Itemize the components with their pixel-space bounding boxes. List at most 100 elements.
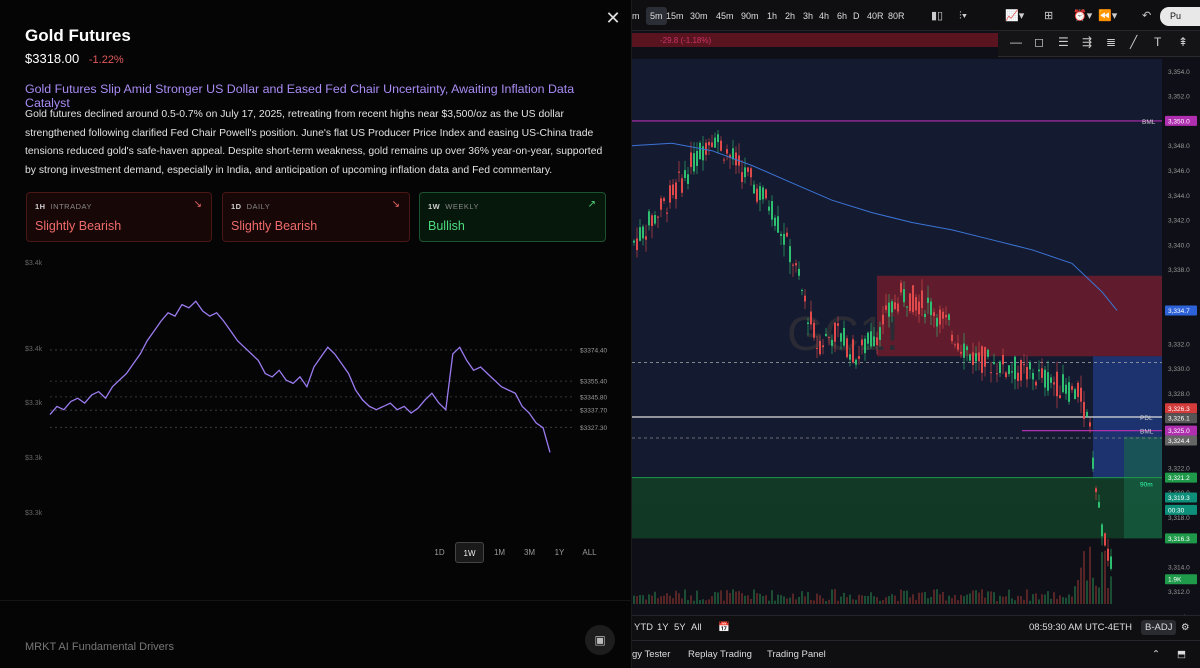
reference-label: $3345.80 bbox=[580, 394, 607, 401]
candle-body bbox=[924, 313, 926, 318]
price-label: 3,319.3 bbox=[1168, 495, 1190, 502]
badj-toggle[interactable]: B-ADJ bbox=[1141, 620, 1177, 635]
price-tick: 3,338.0 bbox=[1168, 267, 1190, 274]
candle-body bbox=[813, 322, 815, 338]
timeframe-1h[interactable]: 1h bbox=[767, 7, 777, 25]
volume-bar bbox=[804, 596, 806, 604]
replay-icon[interactable]: ⏪▾ bbox=[1098, 7, 1117, 25]
chat-icon[interactable]: ▣ bbox=[585, 625, 615, 655]
candlestick-chart[interactable]: -29.8 (-1.18%)GC1!BMLPDLBML90m3,354.03,3… bbox=[632, 31, 1200, 629]
sentiment-card-weekly[interactable]: 1W WEEKLY ↗ Bullish bbox=[419, 192, 606, 242]
fib-tool-icon[interactable]: ⇶ bbox=[1082, 35, 1092, 49]
timeframe-15m[interactable]: 15m bbox=[666, 7, 684, 25]
range-3m[interactable]: 3M bbox=[515, 542, 544, 563]
candle-body bbox=[651, 215, 653, 226]
volume-bar bbox=[687, 599, 689, 604]
maximize-icon[interactable]: ⬒ bbox=[1177, 649, 1186, 660]
candle-body bbox=[1035, 381, 1037, 386]
candle-body bbox=[939, 309, 941, 325]
trend-line-icon[interactable]: ╱ bbox=[1130, 35, 1137, 49]
candle-type-icon[interactable]: ▮▯ bbox=[931, 7, 943, 25]
timeframe-90m[interactable]: 90m bbox=[741, 7, 759, 25]
rectangle-tool-icon[interactable]: ◻ bbox=[1034, 35, 1044, 49]
sentiment-card-daily[interactable]: 1D DAILY ↘ Slightly Bearish bbox=[222, 192, 410, 242]
y-tick-label: $3.4k bbox=[25, 260, 43, 267]
price-tick: 3,332.0 bbox=[1168, 341, 1190, 348]
undo-icon[interactable]: ↶ bbox=[1142, 7, 1151, 25]
timeframe-6h[interactable]: 6h bbox=[837, 7, 847, 25]
indicators-icon[interactable]: 📈▾ bbox=[1005, 7, 1024, 25]
volume-bar bbox=[1089, 546, 1091, 604]
candle-body bbox=[777, 216, 779, 233]
timeframe-4h[interactable]: 4h bbox=[819, 7, 829, 25]
timeframe-5m[interactable]: 5m bbox=[646, 7, 667, 25]
tab-replay-trading[interactable]: Replay Trading bbox=[688, 649, 752, 660]
price-label: 3,326.1 bbox=[1168, 416, 1190, 423]
volume-bar bbox=[957, 600, 959, 604]
sentiment-card-intraday[interactable]: 1H INTRADAY ↘ Slightly Bearish bbox=[26, 192, 212, 242]
volume-bar bbox=[909, 597, 911, 604]
bml-tag-2: BML bbox=[1140, 429, 1154, 436]
candle-body bbox=[1029, 362, 1031, 370]
volume-bar bbox=[711, 596, 713, 604]
calendar-icon[interactable]: 📅 bbox=[718, 622, 730, 633]
range-ytd[interactable]: YTD bbox=[634, 622, 653, 633]
layout-icon[interactable]: ⊞ bbox=[1044, 7, 1053, 25]
candle-body bbox=[780, 234, 782, 236]
candle-body bbox=[726, 149, 728, 154]
timeframe-45m[interactable]: 45m bbox=[716, 7, 734, 25]
volume-bar bbox=[1056, 598, 1058, 604]
volume-bar bbox=[765, 595, 767, 604]
ruler-tool-icon[interactable]: ☰ bbox=[1058, 35, 1069, 49]
range-all[interactable]: All bbox=[691, 622, 702, 633]
candle-body bbox=[783, 233, 785, 245]
volume-bar bbox=[738, 591, 740, 604]
range-1y[interactable]: 1Y bbox=[657, 622, 669, 633]
indicator-settings-icon[interactable]: ⫶▾ bbox=[959, 7, 967, 25]
settings-icon[interactable]: ⚙ bbox=[1181, 622, 1190, 633]
volume-bar bbox=[900, 589, 902, 604]
volume-bar bbox=[696, 590, 698, 604]
volume-bar bbox=[876, 597, 878, 604]
range-1w[interactable]: 1W bbox=[455, 542, 484, 563]
candle-body bbox=[864, 338, 866, 354]
candle-body bbox=[1068, 382, 1070, 402]
timeframe-d[interactable]: D bbox=[853, 7, 860, 25]
channel-tool-icon[interactable]: ⇞ bbox=[1178, 35, 1188, 49]
volume-bar bbox=[1044, 594, 1046, 604]
close-icon[interactable]: ✕ bbox=[603, 8, 623, 28]
range-1y[interactable]: 1Y bbox=[545, 542, 574, 563]
eth-toggle[interactable]: ETH bbox=[1113, 622, 1132, 633]
timeframe-2h[interactable]: 2h bbox=[785, 7, 795, 25]
chevron-up-icon[interactable]: ⌃ bbox=[1152, 649, 1160, 660]
candle-body bbox=[1026, 366, 1028, 380]
text-tool-icon[interactable]: T bbox=[1154, 35, 1161, 49]
range-1m[interactable]: 1M bbox=[485, 542, 514, 563]
timeframe-3h[interactable]: 3h bbox=[803, 7, 813, 25]
timeframe-40r[interactable]: 40R bbox=[867, 7, 884, 25]
tab-strategy-tester[interactable]: gy Tester bbox=[632, 649, 670, 660]
candle-body bbox=[747, 167, 749, 172]
timeframe-80r[interactable]: 80R bbox=[888, 7, 905, 25]
range-all[interactable]: ALL bbox=[575, 542, 604, 563]
candle-body bbox=[711, 142, 713, 147]
volume-bar bbox=[723, 600, 725, 604]
volume-bar bbox=[1110, 576, 1112, 604]
alert-icon[interactable]: ⏰▾ bbox=[1073, 7, 1092, 25]
volume-bar bbox=[975, 590, 977, 604]
candle-body bbox=[996, 373, 998, 375]
range-1d[interactable]: 1D bbox=[425, 542, 454, 563]
candle-body bbox=[678, 171, 680, 173]
candle-body bbox=[930, 301, 932, 316]
drivers-section: MRKT AI Fundamental Drivers bbox=[0, 600, 632, 668]
text-list-icon[interactable]: ≣ bbox=[1106, 35, 1116, 49]
publish-button[interactable]: Pu bbox=[1160, 7, 1200, 26]
line-tool-icon[interactable]: — bbox=[1010, 35, 1022, 49]
range-5y[interactable]: 5Y bbox=[674, 622, 686, 633]
y-tick-label: $3.3k bbox=[25, 400, 43, 407]
tab-trading-panel[interactable]: Trading Panel bbox=[767, 649, 826, 660]
volume-bar bbox=[915, 599, 917, 604]
candle-body bbox=[978, 352, 980, 362]
timeframe-30m[interactable]: 30m bbox=[690, 7, 708, 25]
timeframe-m[interactable]: m bbox=[632, 7, 640, 25]
